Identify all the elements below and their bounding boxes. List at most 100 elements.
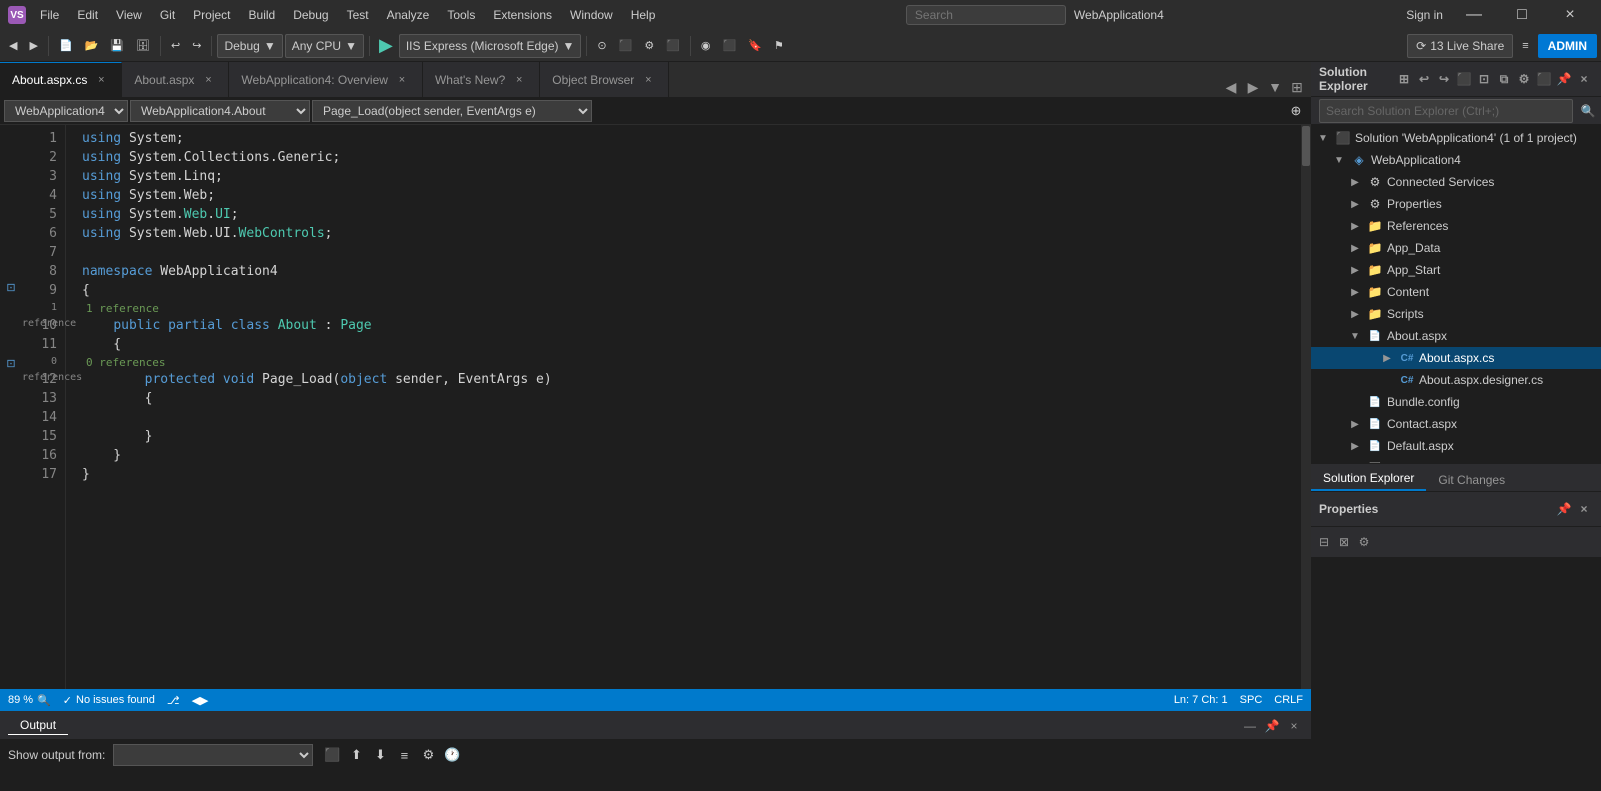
connected-expand[interactable]: ▶ <box>1347 174 1363 190</box>
sign-in-button[interactable]: Sign in <box>1406 8 1443 22</box>
scrollbar-thumb[interactable] <box>1302 126 1310 166</box>
props-close-btn[interactable]: × <box>1575 500 1593 518</box>
tree-project[interactable]: ▼ ◈ WebApplication4 <box>1311 149 1601 171</box>
forward-button[interactable]: ▶ <box>24 34 42 58</box>
se-search-input[interactable]: Search Solution Explorer (Ctrl+;) <box>1319 99 1573 123</box>
se-search-btn[interactable]: 🔍 <box>1579 102 1597 120</box>
se-btn-2[interactable]: ↩ <box>1415 70 1433 88</box>
toolbar-btn-2[interactable]: ⬛ <box>614 34 638 58</box>
appstart-expand[interactable]: ▶ <box>1347 262 1363 278</box>
output-pin-btn[interactable]: 📌 <box>1263 717 1281 735</box>
add-member-btn[interactable]: ⊕ <box>1285 100 1307 122</box>
close-button[interactable]: × <box>1547 0 1593 30</box>
toolbar-btn-1[interactable]: ⊙ <box>592 34 611 58</box>
appdata-expand[interactable]: ▶ <box>1347 240 1363 256</box>
method-dropdown[interactable]: Page_Load(object sender, EventArgs e) <box>312 100 592 122</box>
toolbar-btn-8[interactable]: ⚑ <box>769 34 789 58</box>
tab-close-4[interactable]: × <box>640 72 656 88</box>
props-expand[interactable]: ▶ <box>1347 196 1363 212</box>
run-target-dropdown[interactable]: IIS Express (Microsoft Edge) ▼ <box>399 34 582 58</box>
maximize-button[interactable]: □ <box>1499 0 1545 30</box>
minimize-button[interactable]: — <box>1451 0 1497 30</box>
status-zoom[interactable]: 89 % 🔍 <box>8 694 51 707</box>
about-cs-expand[interactable]: ▶ <box>1379 350 1395 366</box>
output-source-select[interactable] <box>113 744 313 766</box>
refs-expand[interactable]: ▶ <box>1347 218 1363 234</box>
menu-window[interactable]: Window <box>562 6 621 24</box>
menu-tools[interactable]: Tools <box>439 6 483 24</box>
tree-app-start[interactable]: ▶ 📁 App_Start <box>1311 259 1601 281</box>
tree-about-aspx[interactable]: ▼ 📄 About.aspx <box>1311 325 1601 347</box>
output-btn-1[interactable]: ⬛ <box>321 744 343 766</box>
output-minimize-btn[interactable]: — <box>1241 717 1259 735</box>
open-button[interactable]: 📂 <box>80 34 104 58</box>
status-encoding[interactable]: SPC <box>1240 694 1263 706</box>
output-tab-output[interactable]: Output <box>8 716 68 735</box>
tab-close-2[interactable]: × <box>394 72 410 88</box>
props-grid-btn[interactable]: ⊟ <box>1315 533 1333 551</box>
output-btn-5[interactable]: ⚙ <box>417 744 439 766</box>
tab-scroll-left[interactable]: ◀ <box>1221 77 1241 97</box>
tab-object-browser[interactable]: Object Browser × <box>540 62 669 97</box>
tab-overview[interactable]: WebApplication4: Overview × <box>229 62 423 97</box>
class-dropdown[interactable]: WebApplication4.About <box>130 100 310 122</box>
tree-solution[interactable]: ▼ ⬛ Solution 'WebApplication4' (1 of 1 p… <box>1311 127 1601 149</box>
se-pin-btn[interactable]: 📌 <box>1555 70 1573 88</box>
tree-contact[interactable]: ▶ 📄 Contact.aspx <box>1311 413 1601 435</box>
tree-about-designer[interactable]: ▶ C# About.aspx.designer.cs <box>1311 369 1601 391</box>
platform-dropdown[interactable]: Any CPU ▼ <box>285 34 364 58</box>
se-btn-7[interactable]: ⚙ <box>1515 70 1533 88</box>
menu-test[interactable]: Test <box>339 6 377 24</box>
toolbar-btn-7[interactable]: 🔖 <box>743 34 767 58</box>
tree-scripts[interactable]: ▶ 📁 Scripts <box>1311 303 1601 325</box>
default-expand[interactable]: ▶ <box>1347 438 1363 454</box>
se-btn-6[interactable]: ⧉ <box>1495 70 1513 88</box>
output-btn-2[interactable]: ⬆ <box>345 744 367 766</box>
se-btn-4[interactable]: ⬛ <box>1455 70 1473 88</box>
redo-button[interactable]: ↪ <box>187 34 206 58</box>
se-btn-8[interactable]: ⬛ <box>1535 70 1553 88</box>
new-project-button[interactable]: 📄 <box>54 34 78 58</box>
project-dropdown[interactable]: WebApplication4 <box>4 100 128 122</box>
output-close-btn[interactable]: × <box>1285 717 1303 735</box>
save-button[interactable]: 💾 <box>105 34 129 58</box>
tree-default[interactable]: ▶ 📄 Default.aspx <box>1311 435 1601 457</box>
content-expand[interactable]: ▶ <box>1347 284 1363 300</box>
status-line-ending[interactable]: CRLF <box>1274 694 1303 706</box>
scripts-expand[interactable]: ▶ <box>1347 306 1363 322</box>
se-btn-1[interactable]: ⊞ <box>1395 70 1413 88</box>
editor-scrollbar[interactable] <box>1301 125 1311 689</box>
menu-help[interactable]: Help <box>623 6 664 24</box>
code-content[interactable]: using System; using System.Collections.G… <box>66 125 1301 689</box>
tab-whats-new[interactable]: What's New? × <box>423 62 540 97</box>
props-alpha-btn[interactable]: ⚙ <box>1355 533 1373 551</box>
se-btn-5[interactable]: ⊡ <box>1475 70 1493 88</box>
tree-app-data[interactable]: ▶ 📁 App_Data <box>1311 237 1601 259</box>
live-share-button[interactable]: ⟳ 13 Live Share <box>1407 34 1513 58</box>
toolbar-btn-5[interactable]: ◉ <box>696 34 716 58</box>
tree-references[interactable]: ▶ 📁 References <box>1311 215 1601 237</box>
menu-analyze[interactable]: Analyze <box>379 6 438 24</box>
tab-scroll-right[interactable]: ▶ <box>1243 77 1263 97</box>
tree-connected-services[interactable]: ▶ ⚙ Connected Services <box>1311 171 1601 193</box>
menu-git[interactable]: Git <box>152 6 183 24</box>
tab-dropdown[interactable]: ▼ <box>1265 77 1285 97</box>
undo-button[interactable]: ↩ <box>166 34 185 58</box>
status-line-col[interactable]: Ln: 7 Ch: 1 <box>1174 694 1228 706</box>
tree-properties[interactable]: ▶ ⚙ Properties <box>1311 193 1601 215</box>
output-btn-4[interactable]: ≡ <box>393 744 415 766</box>
save-all-button[interactable]: 🗄 <box>131 34 155 58</box>
tab-pin[interactable]: ⊞ <box>1287 77 1307 97</box>
output-btn-6[interactable]: 🕐 <box>441 744 463 766</box>
about-aspx-expand[interactable]: ▼ <box>1347 328 1363 344</box>
props-sort-btn[interactable]: ⊠ <box>1335 533 1353 551</box>
config-dropdown[interactable]: Debug ▼ <box>217 34 282 58</box>
title-search-input[interactable] <box>906 5 1066 25</box>
menu-view[interactable]: View <box>108 6 150 24</box>
se-tab-git[interactable]: Git Changes <box>1426 469 1517 491</box>
solution-expand[interactable]: ▼ <box>1315 130 1331 146</box>
status-no-issues[interactable]: ✓ No issues found <box>63 694 155 707</box>
back-button[interactable]: ◀ <box>4 34 22 58</box>
menu-file[interactable]: File <box>32 6 67 24</box>
toolbar-extra-btn[interactable]: ≡ <box>1517 34 1533 58</box>
